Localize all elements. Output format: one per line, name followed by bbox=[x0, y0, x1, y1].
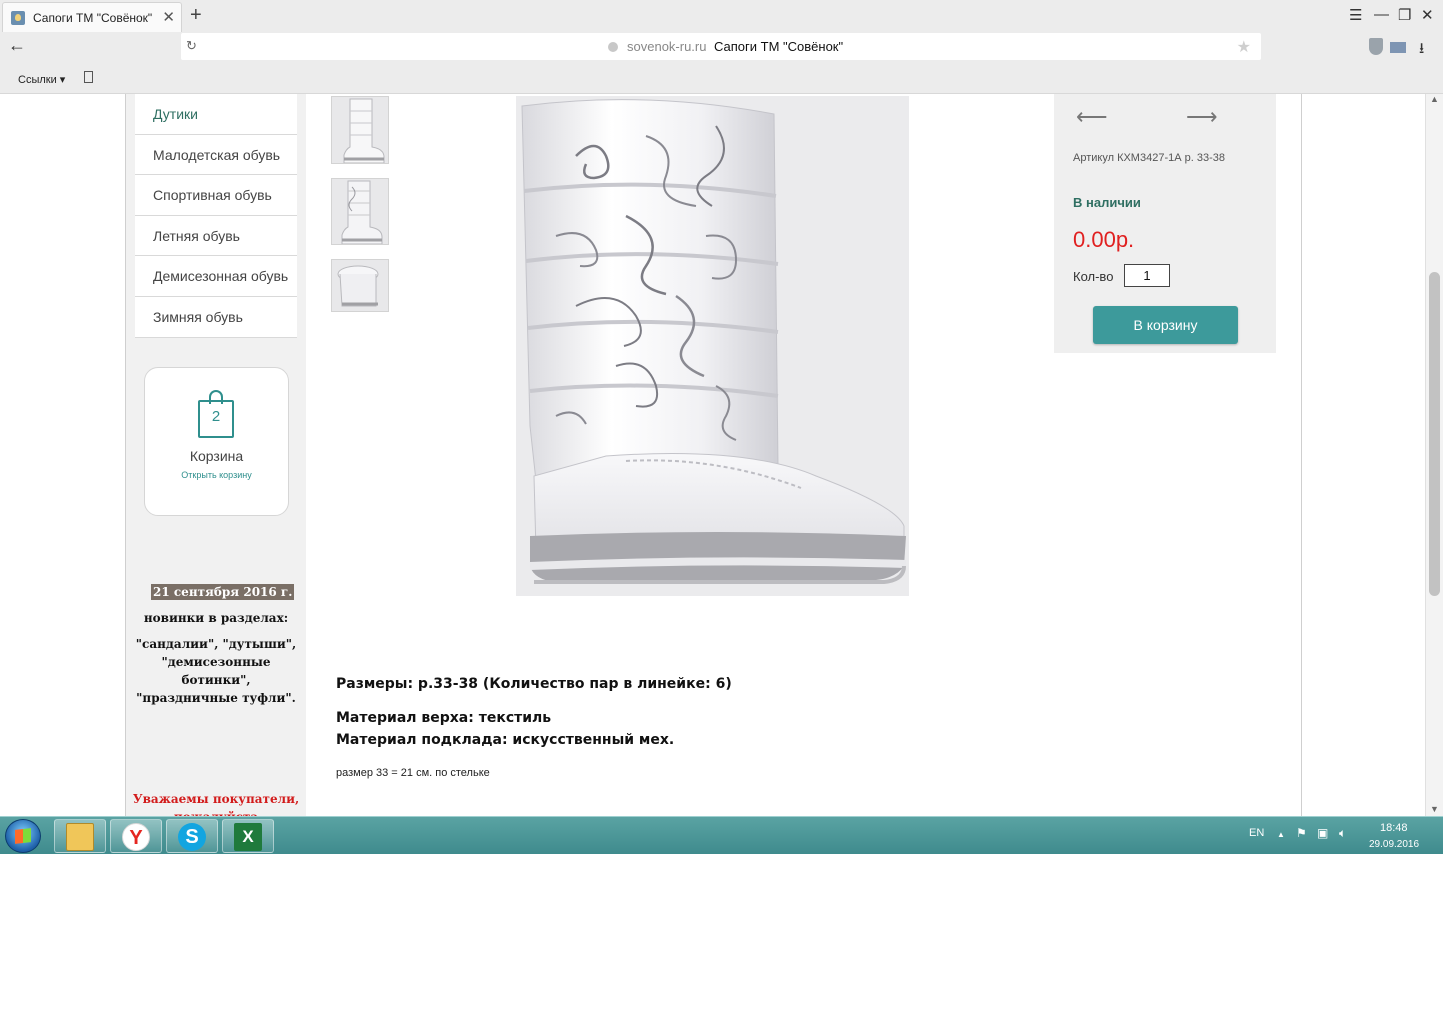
menu-item-dutiki[interactable]: Дутики bbox=[135, 94, 297, 135]
cart-count: 2 bbox=[211, 408, 221, 425]
windows-taskbar: Y S X EN ▲ ⚑ ▣ 🔈︎ 18:48 29.09.2016 bbox=[0, 816, 1443, 854]
browser-tab[interactable]: Сапоги ТМ "Совёнок" ✕ bbox=[2, 2, 182, 32]
minimize-icon[interactable]: — bbox=[1374, 6, 1389, 23]
favicon-icon bbox=[11, 11, 25, 25]
menu-item-toddler[interactable]: Малодетская обувь bbox=[135, 134, 297, 176]
prev-product-arrow-icon[interactable]: ⟵ bbox=[1076, 104, 1108, 130]
notice-line-cut: пожалуйста bbox=[128, 808, 304, 816]
menu-item-demiseason[interactable]: Демисезонная обувь bbox=[135, 256, 297, 297]
sidebar: Дутики Малодетская обувь Спортивная обув… bbox=[126, 94, 306, 816]
product-sizes: Размеры: р.33-38 (Количество пар в линей… bbox=[336, 676, 732, 692]
tab-bar: Сапоги ТМ "Совёнок" ✕ + ☰ — ❐ ✕ bbox=[0, 0, 1443, 32]
reload-icon[interactable]: ↻ bbox=[186, 38, 197, 54]
taskbar-app-yandex[interactable]: Y bbox=[110, 819, 162, 853]
material-top: Материал верха: текстиль bbox=[336, 710, 552, 726]
product-thumbnail[interactable] bbox=[331, 178, 389, 245]
menu-icon[interactable]: ☰ bbox=[1349, 6, 1362, 24]
url-page-title: Сапоги ТМ "Совёнок" bbox=[714, 39, 844, 54]
boot-thumbnail-image bbox=[341, 180, 383, 244]
page-viewport: Дутики Малодетская обувь Спортивная обув… bbox=[0, 94, 1443, 816]
close-window-icon[interactable]: ✕ bbox=[1421, 6, 1434, 24]
product-sku: Артикул КХМ3427-1А р. 33-38 bbox=[1073, 152, 1225, 164]
news-line: ботинки", bbox=[181, 673, 251, 687]
tab-title: Сапоги ТМ "Совёнок" bbox=[33, 11, 153, 25]
lock-icon bbox=[608, 42, 618, 52]
taskbar-app-excel[interactable]: X bbox=[222, 819, 274, 853]
chevron-down-icon: ▾ bbox=[59, 74, 66, 86]
skype-icon: S bbox=[178, 823, 206, 851]
page-scrollbar[interactable]: ▲ ▼ bbox=[1425, 94, 1443, 816]
back-arrow-icon[interactable]: ← bbox=[8, 35, 26, 56]
scroll-thumb[interactable] bbox=[1429, 272, 1440, 596]
boot-thumbnail-image bbox=[337, 265, 379, 307]
page-icon[interactable] bbox=[84, 71, 93, 83]
product-main-image[interactable] bbox=[516, 96, 909, 596]
address-bar: ← ↻ sovenok-ru.ru Сапоги ТМ "Совёнок" ★ … bbox=[0, 32, 1443, 62]
availability-status: В наличии bbox=[1073, 195, 1141, 210]
mail-icon[interactable] bbox=[1390, 42, 1406, 53]
news-date: 21 сентября 2016 г. bbox=[151, 584, 295, 600]
restore-icon[interactable]: ❐ bbox=[1398, 6, 1411, 24]
news-line: "демисезонные bbox=[161, 655, 271, 669]
windows-logo-icon bbox=[15, 828, 31, 844]
open-cart-link[interactable]: Открыть корзину bbox=[145, 470, 288, 480]
product-price: 0.00р. bbox=[1073, 227, 1135, 252]
language-indicator[interactable]: EN bbox=[1249, 827, 1264, 839]
close-icon[interactable]: ✕ bbox=[162, 8, 175, 26]
boot-thumbnail-image bbox=[343, 98, 385, 163]
menu-item-winter[interactable]: Зимняя обувь bbox=[135, 296, 297, 338]
scroll-down-icon[interactable]: ▼ bbox=[1430, 804, 1439, 814]
product-thumbnail[interactable] bbox=[331, 96, 389, 164]
add-to-cart-button[interactable]: В корзину bbox=[1093, 306, 1238, 344]
taskbar-app-explorer[interactable] bbox=[54, 819, 106, 853]
notice-heading: Уважаемы покупатели, bbox=[132, 792, 300, 806]
tray-expand-icon[interactable]: ▲ bbox=[1277, 830, 1285, 839]
excel-icon: X bbox=[234, 823, 262, 851]
volume-icon[interactable]: 🔈︎ bbox=[1339, 826, 1346, 841]
bookmarks-folder[interactable]: Ссылки ▾ bbox=[18, 73, 65, 86]
url-field[interactable]: ↻ sovenok-ru.ru Сапоги ТМ "Совёнок" ★ bbox=[181, 33, 1261, 60]
category-menu: Дутики Малодетская обувь Спортивная обув… bbox=[135, 94, 297, 338]
bookmarks-bar: Ссылки ▾ bbox=[0, 62, 1443, 94]
size-note: размер 33 = 21 см. по стельке bbox=[336, 767, 490, 779]
bookmarks-label: Ссылки bbox=[18, 74, 57, 86]
quantity-input[interactable]: 1 bbox=[1124, 264, 1170, 287]
cart-title: Корзина bbox=[189, 448, 244, 464]
clock-date[interactable]: 29.09.2016 bbox=[1369, 839, 1419, 850]
screen: Сапоги ТМ "Совёнок" ✕ + ☰ — ❐ ✕ ← ↻ sove… bbox=[0, 0, 1448, 1024]
shield-icon[interactable] bbox=[1369, 38, 1383, 55]
network-icon[interactable]: ▣ bbox=[1317, 826, 1328, 840]
url-domain: sovenok-ru.ru bbox=[627, 39, 707, 54]
scroll-up-icon[interactable]: ▲ bbox=[1430, 94, 1439, 104]
start-button[interactable] bbox=[5, 819, 41, 853]
cart-widget[interactable]: 2 Корзина Открыть корзину bbox=[144, 367, 289, 516]
taskbar-app-skype[interactable]: S bbox=[166, 819, 218, 853]
winter-boot-illustration bbox=[521, 99, 907, 584]
plus-icon[interactable]: + bbox=[190, 4, 202, 27]
next-product-arrow-icon[interactable]: ⟶ bbox=[1186, 104, 1218, 130]
material-lining: Материал подклада: искусственный мех. bbox=[336, 732, 675, 748]
shopping-bag-icon: 2 bbox=[198, 390, 234, 438]
product-thumbnail[interactable] bbox=[331, 259, 389, 312]
bag-handle bbox=[209, 390, 223, 404]
news-headline: новинки в разделах: bbox=[143, 611, 289, 625]
flag-icon[interactable]: ⚑ bbox=[1296, 826, 1307, 840]
menu-item-summer[interactable]: Летняя обувь bbox=[135, 215, 297, 257]
download-icon[interactable]: ⭳ bbox=[1419, 38, 1424, 63]
star-icon[interactable]: ★ bbox=[1237, 37, 1251, 57]
clock-time[interactable]: 18:48 bbox=[1380, 822, 1408, 834]
folder-icon bbox=[66, 823, 94, 851]
news-line: "праздничные туфли". bbox=[136, 691, 296, 705]
news-line: "сандалии", "дутыши", bbox=[135, 637, 297, 651]
menu-item-sport[interactable]: Спортивная обувь bbox=[135, 175, 297, 216]
product-info-panel: ⟵ ⟶ Артикул КХМ3427-1А р. 33-38 В наличи… bbox=[1054, 94, 1276, 353]
yandex-icon: Y bbox=[122, 823, 150, 851]
divider bbox=[1301, 94, 1302, 816]
quantity-label: Кол-во bbox=[1073, 269, 1114, 284]
